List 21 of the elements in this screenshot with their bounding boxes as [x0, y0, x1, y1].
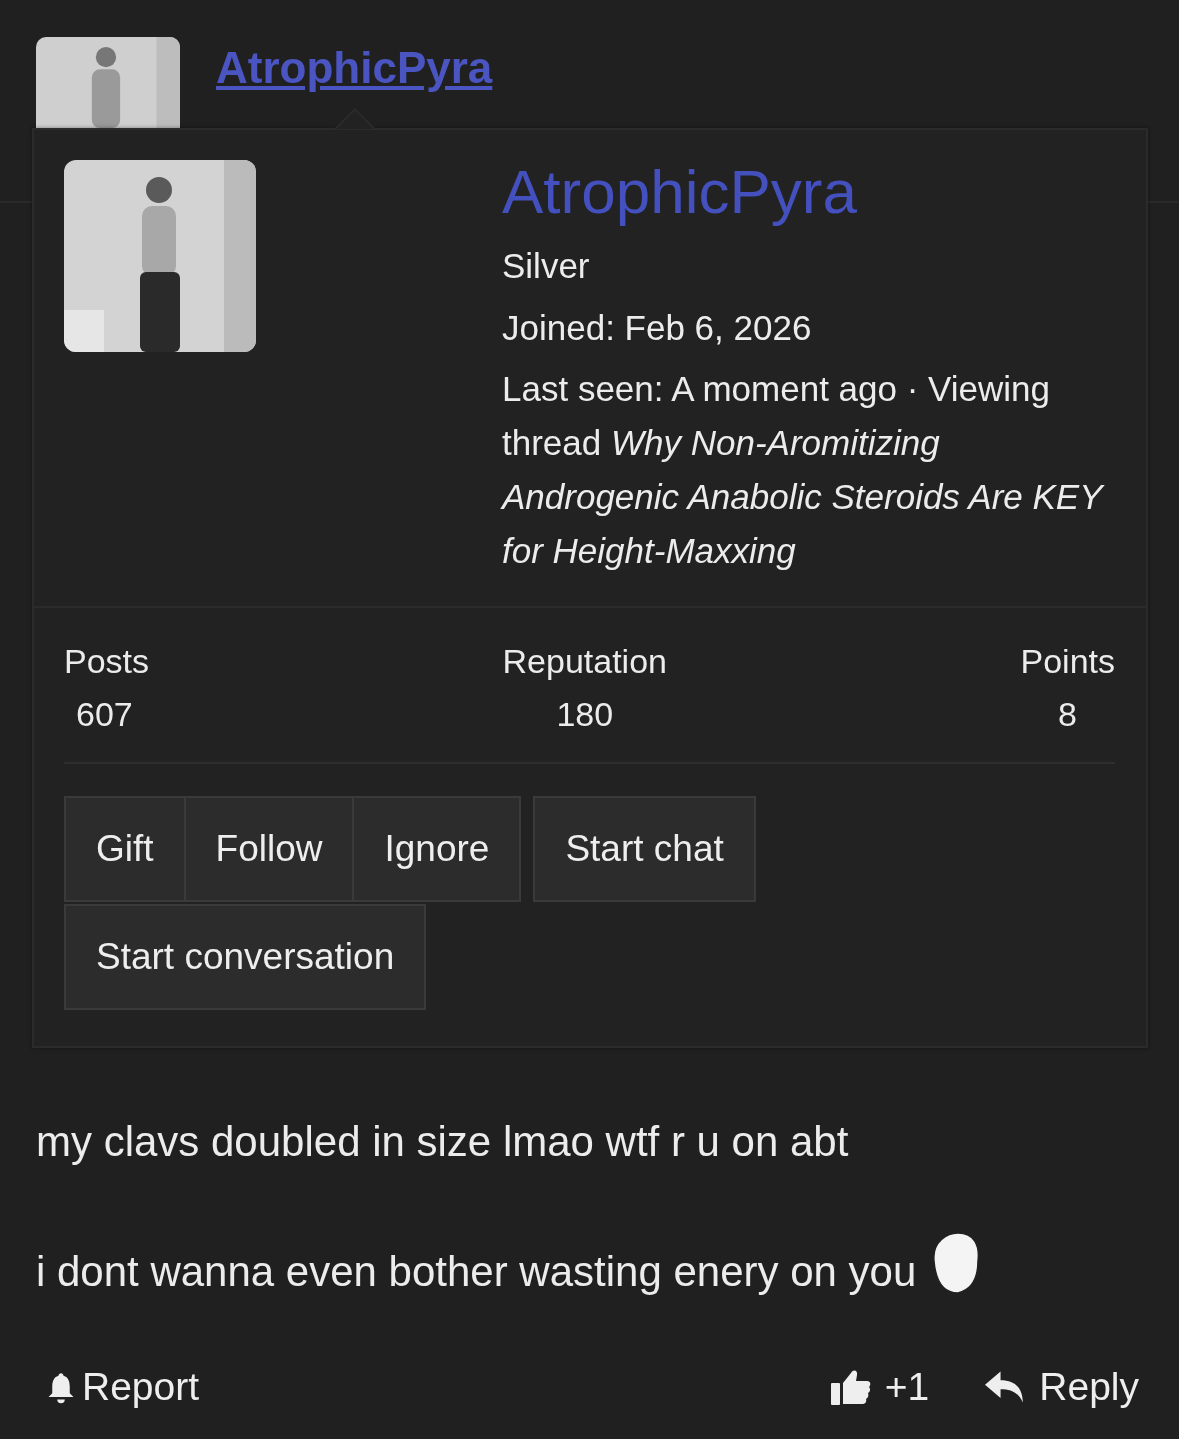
stat-label: Points [1020, 642, 1115, 681]
post-text: my clavs doubled in size lmao wtf r u on abt [36, 1118, 850, 1166]
stat-value: 180 [556, 695, 614, 734]
report-link[interactable]: Report [46, 1365, 200, 1409]
action-button[interactable]: Start conversation [64, 904, 427, 1010]
user-rank: Silver [502, 246, 591, 286]
joined-date: Joined: Feb 6, 2026 [502, 308, 813, 348]
stat-label: Posts [64, 642, 150, 681]
action-button[interactable]: Follow [183, 796, 355, 902]
reply-icon [985, 1369, 1026, 1405]
stat-label: Reputation [502, 642, 667, 681]
reply-link[interactable]: Reply [985, 1365, 1139, 1409]
action-button[interactable]: Gift [64, 796, 186, 902]
thumbs-up-icon [830, 1369, 871, 1405]
like-button[interactable]: +1 [830, 1365, 930, 1409]
action-button[interactable]: Ignore [352, 796, 522, 902]
action-button[interactable]: Start chat [533, 796, 756, 902]
stat-value: 607 [76, 695, 133, 734]
stat-value: 8 [1058, 695, 1077, 734]
post-text: i dont wanna even bother wasting enery on you [36, 1248, 917, 1296]
bell-icon [46, 1370, 76, 1404]
